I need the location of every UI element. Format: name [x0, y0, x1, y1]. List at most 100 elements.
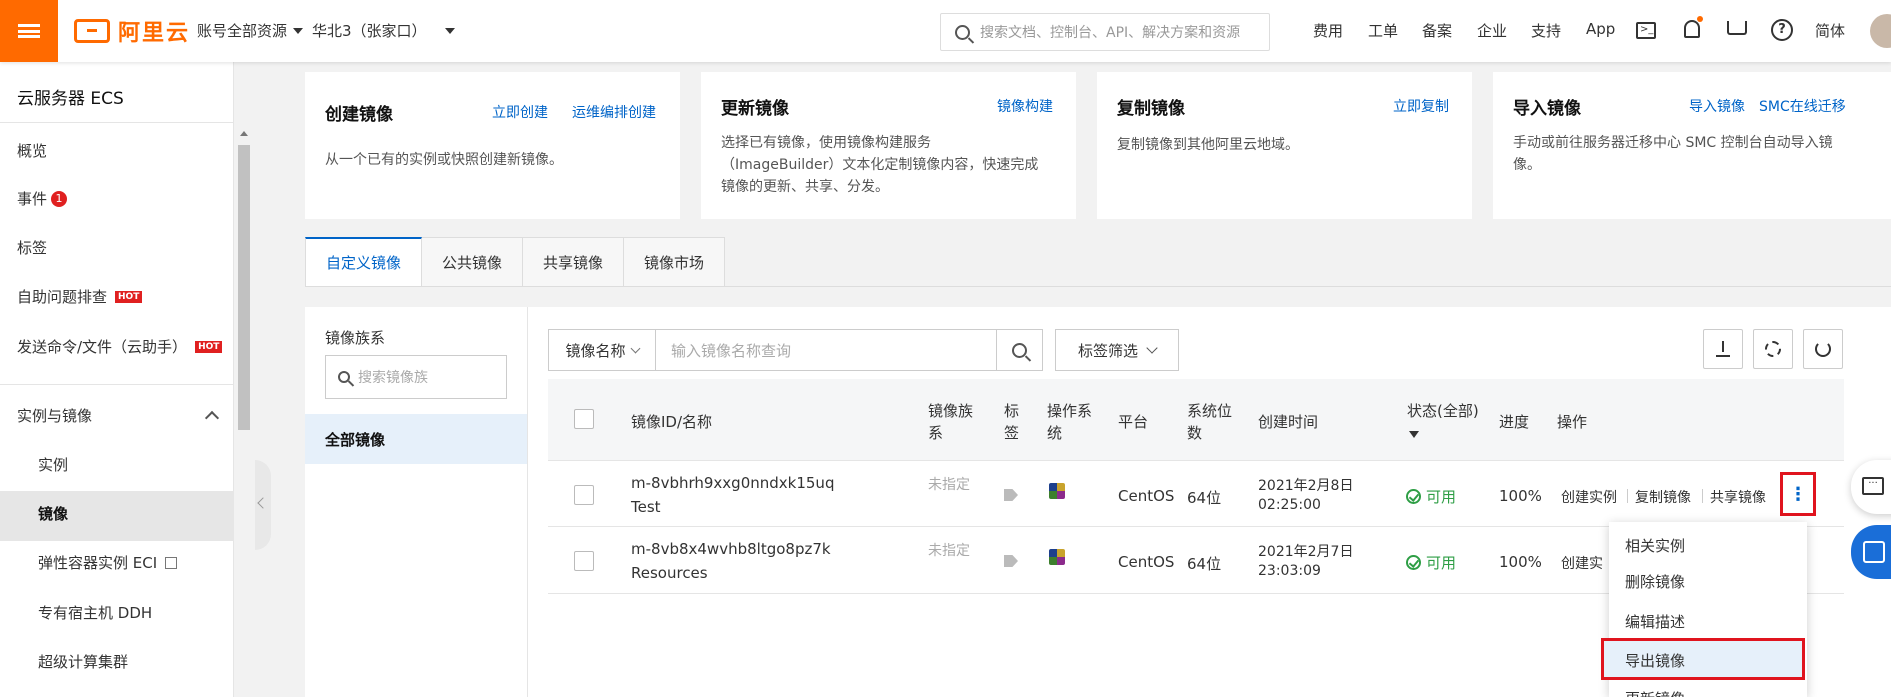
family-search-input[interactable]: 搜索镜像族	[325, 355, 507, 399]
copy-now-link[interactable]: 立即复制	[1393, 96, 1449, 116]
search-icon	[1012, 342, 1027, 358]
menu-item-related-instances[interactable]: 相关实例	[1625, 535, 1685, 556]
language-switch[interactable]: 简体	[1815, 20, 1845, 41]
menu-item-delete-image[interactable]: 删除镜像	[1625, 571, 1685, 592]
refresh-button[interactable]	[1803, 329, 1843, 369]
family-all-images[interactable]: 全部镜像	[305, 414, 527, 464]
nav-filing[interactable]: 备案	[1422, 20, 1452, 41]
centos-icon	[1049, 549, 1065, 565]
aliyun-logo[interactable]: 阿里云	[74, 15, 190, 47]
col-bits: 系统位数	[1187, 402, 1233, 442]
scroll-up-arrow-icon[interactable]	[240, 131, 248, 136]
menu-toggle-button[interactable]	[0, 0, 58, 62]
terminal-icon[interactable]: >_	[1636, 22, 1656, 39]
sidebar-item-tags[interactable]: 标签	[17, 237, 47, 258]
col-status-filter[interactable]: 状态(全部)	[1407, 400, 1479, 444]
sidebar-item-images[interactable]: 镜像	[38, 503, 68, 524]
sidebar: 云服务器 ECS 概览 事件 1 标签 自助问题排查 HOT 发送命令/文件（云助手…	[0, 62, 234, 697]
copy-image-link[interactable]: 复制镜像	[1635, 487, 1691, 507]
platform: CentOS	[1118, 487, 1175, 505]
tab-custom-images[interactable]: 自定义镜像	[305, 237, 423, 287]
create-now-link[interactable]: 立即创建	[492, 102, 548, 122]
sidebar-item-cloud-assistant[interactable]: 发送命令/文件（云助手） HOT	[17, 336, 223, 357]
avatar[interactable]	[1870, 14, 1891, 48]
image-family: 未指定	[928, 543, 970, 559]
import-image-link[interactable]: 导入镜像	[1689, 96, 1745, 116]
resource-scope-dropdown[interactable]: 账号全部资源	[197, 20, 304, 41]
cart-icon[interactable]	[1727, 21, 1747, 35]
sidebar-item-events[interactable]: 事件 1	[17, 188, 68, 209]
hot-badge: HOT	[115, 290, 143, 303]
more-actions-button[interactable]: ⋮	[1780, 472, 1816, 516]
sidebar-item-troubleshoot[interactable]: 自助问题排查 HOT	[17, 286, 143, 307]
chat-icon: ···	[1862, 477, 1884, 495]
menu-item-edit-description[interactable]: 编辑描述	[1625, 611, 1685, 632]
image-family-panel: 镜像族系 搜索镜像族 全部镜像	[305, 307, 528, 697]
region-dropdown[interactable]: 华北3（张家口）	[312, 20, 455, 41]
sidebar-scroll-thumb[interactable]	[238, 145, 250, 430]
bits: 64位	[1187, 555, 1222, 573]
image-tabs: 自定义镜像 公共镜像 共享镜像 镜像市场	[305, 237, 726, 287]
divider	[1627, 489, 1628, 503]
card-title: 复制镜像	[1117, 99, 1185, 119]
sidebar-item-overview[interactable]: 概览	[17, 140, 47, 161]
centos-icon	[1049, 483, 1065, 499]
tab-public-images[interactable]: 公共镜像	[422, 237, 524, 287]
share-image-link[interactable]: 共享镜像	[1710, 487, 1766, 507]
sidebar-item-eci[interactable]: 弹性容器实例 ECI	[38, 552, 178, 573]
card-import-image: 导入镜像 导入镜像 SMC在线迁移 手动或前往服务器迁移中心 SMC 控制台自动…	[1493, 72, 1891, 219]
chevron-left-icon	[257, 497, 269, 509]
created-date: 2021年2月8日	[1258, 478, 1354, 494]
sidebar-item-instances[interactable]: 实例	[38, 454, 68, 475]
caret-down-icon	[293, 27, 304, 34]
sidebar-item-ddh[interactable]: 专有宿主机 DDH	[38, 602, 152, 623]
tag-filter-button[interactable]: 标签筛选	[1055, 329, 1179, 371]
created-time: 02:25:00	[1258, 497, 1321, 513]
image-name: Resources	[631, 564, 708, 582]
col-progress: 进度	[1499, 413, 1530, 431]
image-id-link[interactable]: m-8vbhrh9xxg0nndxk15uq	[631, 474, 834, 492]
download-icon	[1716, 341, 1730, 357]
search-button[interactable]	[996, 330, 1042, 370]
col-tag: 标签	[1004, 402, 1020, 442]
image-name-search-input[interactable]: 输入镜像名称查询	[656, 330, 996, 370]
image-id-link[interactable]: m-8vb8x4wvhb8ltgo8pz7k	[631, 540, 831, 558]
status-badge: 可用	[1406, 552, 1456, 573]
sidebar-active-bg	[0, 491, 234, 541]
row-checkbox[interactable]	[574, 551, 594, 571]
download-button[interactable]	[1703, 329, 1743, 369]
select-all-checkbox[interactable]	[574, 409, 594, 429]
smc-migrate-link[interactable]: SMC在线迁移	[1759, 96, 1846, 116]
chevron-down-icon	[630, 343, 640, 353]
bell-icon[interactable]	[1684, 20, 1700, 38]
col-id-name: 镜像ID/名称	[631, 413, 713, 431]
menu-item-export-image[interactable]: 导出镜像	[1625, 650, 1685, 671]
card-desc: 从一个已有的实例或快照创建新镜像。	[325, 152, 563, 168]
sidebar-item-scc[interactable]: 超级计算集群	[38, 651, 128, 672]
create-instance-link[interactable]: 创建实	[1561, 553, 1603, 573]
nav-support[interactable]: 支持	[1531, 20, 1561, 41]
image-build-link[interactable]: 镜像构建	[997, 96, 1053, 116]
tab-shared-images[interactable]: 共享镜像	[523, 237, 625, 287]
row-checkbox[interactable]	[574, 485, 594, 505]
gear-icon	[1765, 341, 1781, 357]
col-os: 操作系统	[1047, 402, 1093, 442]
sidebar-group-instances-images[interactable]: 实例与镜像	[17, 405, 220, 426]
col-platform: 平台	[1118, 413, 1149, 431]
progress: 100%	[1499, 487, 1542, 505]
card-copy-image: 复制镜像 立即复制 复制镜像到其他阿里云地域。	[1097, 72, 1472, 219]
filter-field-select[interactable]: 镜像名称	[549, 330, 656, 370]
settings-button[interactable]	[1753, 329, 1793, 369]
global-search-input[interactable]: 搜索文档、控制台、API、解决方案和资源	[940, 13, 1270, 51]
sidebar-collapse-handle[interactable]	[255, 460, 271, 550]
menu-item-update-image[interactable]: 更新镜像	[1625, 688, 1685, 697]
nav-app[interactable]: App	[1586, 20, 1615, 38]
nav-tickets[interactable]: 工单	[1368, 20, 1398, 41]
nav-fees[interactable]: 费用	[1313, 20, 1343, 41]
oos-create-link[interactable]: 运维编排创建	[572, 102, 656, 122]
card-title: 导入镜像	[1513, 99, 1581, 119]
nav-enterprise[interactable]: 企业	[1477, 20, 1507, 41]
create-instance-link[interactable]: 创建实例	[1561, 487, 1617, 507]
tab-image-market[interactable]: 镜像市场	[624, 237, 726, 287]
help-icon[interactable]: ?	[1771, 19, 1793, 41]
